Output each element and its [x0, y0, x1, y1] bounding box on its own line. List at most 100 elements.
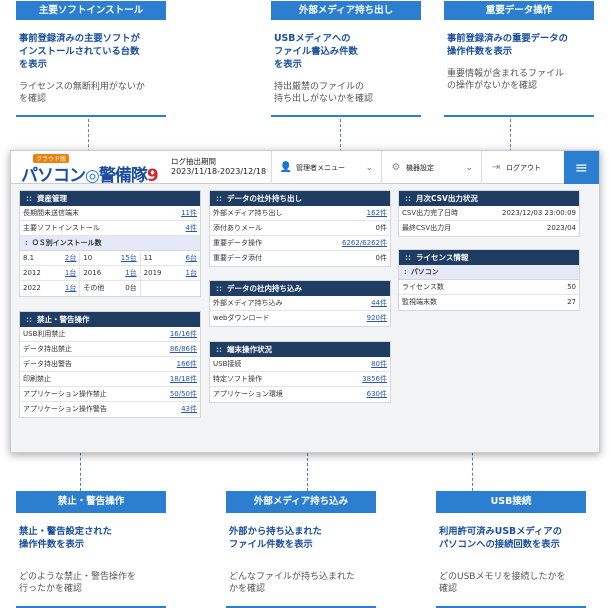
- panel-license: :: ライセンス情報 : パソコン ライセンス数 50 監視端末数 27: [398, 249, 580, 311]
- row-value-link[interactable]: 86/86件: [170, 342, 197, 356]
- os-name: 11: [143, 254, 153, 262]
- row-value-link[interactable]: 11件: [181, 206, 197, 220]
- os-count-link[interactable]: 1台: [65, 266, 76, 280]
- callout-media-export: 外部メディア持ち出し USBメディアへの ファイル書込み件数 を表示 持出厳禁の…: [271, 1, 421, 117]
- app-logo: クラウド版 パソコン◎警備隊9: [19, 154, 159, 186]
- callout-rule: [16, 115, 166, 117]
- row-label: アプリケーション操作禁止: [23, 390, 107, 398]
- callout-desc: 禁止・警告設定された 操作件数を表示: [19, 526, 112, 550]
- row-value-link[interactable]: 18/18件: [170, 372, 197, 386]
- admin-menu-label: 管理者メニュー: [296, 163, 345, 172]
- hamburger-menu-icon[interactable]: ≡: [564, 151, 599, 184]
- callout-header: 外部メディア持ち込み: [226, 491, 376, 513]
- row-value-link[interactable]: 630件: [367, 387, 387, 402]
- callout-rule: [444, 115, 594, 117]
- table-row: CSV出力完了日時 2023/12/03 23:00:09: [399, 206, 579, 221]
- table-row: 添付ありメール 0件: [210, 221, 390, 236]
- panel-data-export: :: データの社外持ち出し 外部メディア持ち出し 162件 添付ありメール 0件 重要…: [209, 190, 391, 267]
- panel-title: 禁止・警告操作: [37, 315, 90, 324]
- callout-note: ライセンスの無断利用がないか を確認: [19, 82, 145, 104]
- logo-text: パソコン◎警備隊9: [21, 161, 159, 186]
- log-period: ログ抽出期間 2023/11/18-2023/12/18: [171, 157, 266, 177]
- row-value-link[interactable]: 4件: [186, 221, 197, 235]
- row-label: 外部メディア持ち込み: [213, 299, 283, 307]
- os-name: 10: [83, 254, 93, 262]
- os-grid-row: 2012 1台 2016 1台 2019 1台: [20, 266, 200, 281]
- callout-header: 重要データ操作: [444, 1, 594, 20]
- os-name: 2016: [83, 269, 102, 277]
- row-label: 重要データ操作: [213, 239, 262, 247]
- os-count-link[interactable]: 1台: [186, 266, 197, 280]
- row-value-link[interactable]: 50/50件: [170, 387, 197, 401]
- callout-header: USB接続: [436, 491, 586, 513]
- row-value-link[interactable]: 162件: [367, 206, 387, 220]
- os-name: 2019: [143, 269, 162, 277]
- row-label: アプリケーション操作警告: [23, 405, 107, 413]
- table-row: 最終CSV出力月 2023/04: [399, 221, 579, 236]
- row-value-link[interactable]: 43件: [181, 402, 197, 417]
- table-row: ライセンス数 50: [399, 280, 579, 295]
- panel-header: :: データの社外持ち出し: [210, 191, 390, 206]
- row-value-link[interactable]: 44件: [371, 296, 387, 310]
- row-value: 2023/04: [546, 224, 576, 232]
- row-value-link[interactable]: 16/16件: [170, 327, 197, 341]
- logo-version: 9: [146, 166, 159, 186]
- row-label: 主要ソフトインストール: [23, 224, 100, 232]
- callout-important-data: 重要データ操作 事前登録済みの重要データの 操作件数を表示 重要情報が含まれるフ…: [444, 1, 594, 117]
- device-settings-menu[interactable]: ⚙ 機器設定 ⌄: [381, 151, 481, 184]
- os-count-link[interactable]: 1台: [125, 266, 136, 280]
- os-count-link[interactable]: 2台: [65, 251, 76, 265]
- panel-header: :: 月次CSV出力状況: [399, 191, 579, 206]
- table-row: 長期間未送信端末 11件: [20, 206, 200, 221]
- panel-asset: :: 資産管理 長期間未送信端末 11件 主要ソフトインストール 4件 : ＯＳ別インス…: [19, 190, 201, 297]
- row-label: ライセンス数: [402, 283, 444, 291]
- table-row: USB利用禁止 16/16件: [20, 327, 200, 342]
- callout-software-install: 主要ソフトインストール 事前登録済みの主要ソフトが インストールされている台数 …: [16, 1, 166, 117]
- log-period-label: ログ抽出期間: [171, 157, 216, 166]
- callout-note: どんなファイルが持ち込まれた かを確認: [229, 572, 356, 594]
- callout-note: どのような禁止・警告操作を 行ったかを確認: [19, 572, 137, 594]
- row-value-link[interactable]: 3856件: [362, 372, 387, 386]
- row-label: 特定ソフト操作: [213, 375, 262, 383]
- os-count-link[interactable]: 1台: [65, 281, 76, 296]
- os-name: その他: [83, 284, 105, 292]
- os-count-link[interactable]: 6台: [186, 251, 197, 265]
- row-value: 0件: [375, 224, 387, 232]
- top-bar: クラウド版 パソコン◎警備隊9 ログ抽出期間 2023/11/18-2023/1…: [11, 151, 599, 186]
- table-row: 重要データ操作 6262/6262件: [210, 236, 390, 251]
- panel-prohibit: :: 禁止・警告操作 USB利用禁止 16/16件 データ持出禁止 86/86件 デー…: [19, 311, 201, 418]
- callout-header: 禁止・警告操作: [16, 491, 166, 513]
- logo-main: パソコン: [21, 166, 86, 186]
- panel-header: :: データの社内持ち込み: [210, 281, 390, 296]
- admin-menu[interactable]: 👤 管理者メニュー ⌄: [271, 151, 381, 184]
- row-label: 長期間未送信端末: [23, 209, 79, 217]
- row-value-link[interactable]: 6262/6262件: [342, 236, 387, 250]
- row-value-link[interactable]: 920件: [367, 311, 387, 326]
- table-row: 外部メディア持ち込み 44件: [210, 296, 390, 311]
- user-icon: 👤: [279, 162, 293, 173]
- table-row: 印刷禁止 18/18件: [20, 372, 200, 387]
- callout-header: 主要ソフトインストール: [16, 1, 166, 20]
- row-value-link[interactable]: 80件: [371, 357, 387, 371]
- row-value: 27: [567, 298, 576, 306]
- row-value-link[interactable]: 166件: [177, 357, 197, 371]
- logout-button[interactable]: ⇥ ログアウト: [481, 151, 564, 184]
- logo-sub: 警備隊: [98, 166, 148, 186]
- table-row: アプリケーション操作警告 43件: [20, 402, 200, 417]
- table-row: webダウンロード 920件: [210, 311, 390, 326]
- row-label: 最終CSV出力月: [402, 224, 452, 232]
- row-label: USB接続: [213, 360, 242, 368]
- callout-desc: 事前登録済みの重要データの 操作件数を表示: [447, 33, 568, 57]
- os-count-link[interactable]: 15台: [121, 251, 137, 265]
- os-name: 8.1: [23, 254, 35, 262]
- os-grid-row: 2022 1台 その他 0台: [20, 281, 200, 296]
- os-grid-row: 8.1 2台 10 15台 11 6台: [20, 251, 200, 266]
- gear-icon: ⚙: [391, 162, 401, 173]
- table-row: USB接続 80件: [210, 357, 390, 372]
- row-label: 印刷禁止: [23, 375, 51, 383]
- panel-title: 端末操作状況: [227, 345, 272, 354]
- callout-desc: 利用許可済みUSBメディアの パソコンへの接続回数を表示: [439, 526, 562, 550]
- table-row: 主要ソフトインストール 4件: [20, 221, 200, 236]
- callout-desc: 外部から持ち込まれた ファイル件数を表示: [229, 526, 322, 550]
- callout-note: 重要情報が含まれるファイル の操作がないかを確認: [447, 69, 565, 91]
